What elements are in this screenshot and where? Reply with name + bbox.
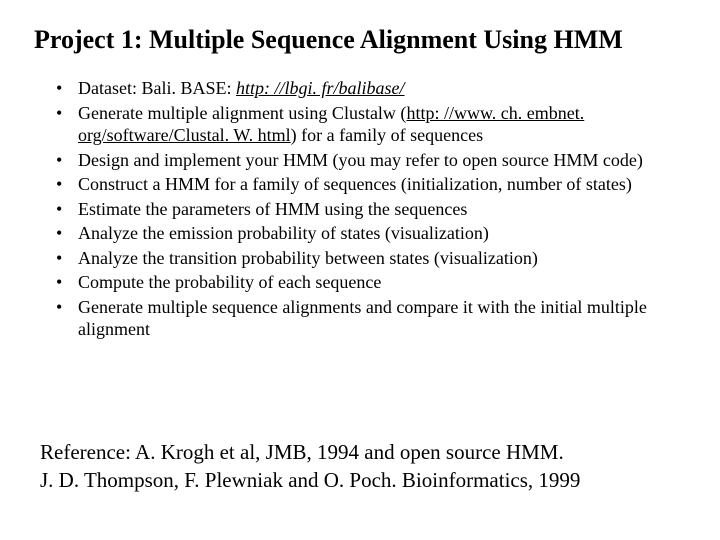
slide: Project 1: Multiple Sequence Alignment U… (0, 0, 720, 540)
reference-line: J. D. Thompson, F. Plewniak and O. Poch.… (40, 467, 680, 494)
list-item: Analyze the transition probability betwe… (56, 247, 686, 270)
bullet-text: Compute the probability of each sequence (78, 272, 381, 292)
bullet-text: Generate multiple sequence alignments an… (78, 297, 647, 340)
reference-block: Reference: A. Krogh et al, JMB, 1994 and… (40, 439, 680, 494)
bullet-text: Construct a HMM for a family of sequence… (78, 174, 632, 194)
dataset-link[interactable]: http: //lbgi. fr/balibase/ (236, 78, 405, 98)
list-item: Estimate the parameters of HMM using the… (56, 198, 686, 221)
list-item: Dataset: Bali. BASE: http: //lbgi. fr/ba… (56, 77, 686, 100)
list-item: Compute the probability of each sequence (56, 271, 686, 294)
bullet-text: ) for a family of sequences (291, 125, 483, 145)
bullet-text: Estimate the parameters of HMM using the… (78, 199, 467, 219)
page-title: Project 1: Multiple Sequence Alignment U… (34, 24, 686, 55)
bullet-list: Dataset: Bali. BASE: http: //lbgi. fr/ba… (34, 77, 686, 341)
list-item: Analyze the emission probability of stat… (56, 222, 686, 245)
list-item: Generate multiple sequence alignments an… (56, 296, 686, 341)
bullet-text: Analyze the transition probability betwe… (78, 248, 538, 268)
list-item: Design and implement your HMM (you may r… (56, 149, 686, 172)
bullet-text: Analyze the emission probability of stat… (78, 223, 489, 243)
bullet-text: Generate multiple alignment using Clusta… (78, 103, 406, 123)
bullet-text: Design and implement your HMM (you may r… (78, 150, 643, 170)
bullet-text: Dataset: Bali. BASE: (78, 78, 236, 98)
list-item: Construct a HMM for a family of sequence… (56, 173, 686, 196)
list-item: Generate multiple alignment using Clusta… (56, 102, 686, 147)
reference-line: Reference: A. Krogh et al, JMB, 1994 and… (40, 439, 680, 466)
